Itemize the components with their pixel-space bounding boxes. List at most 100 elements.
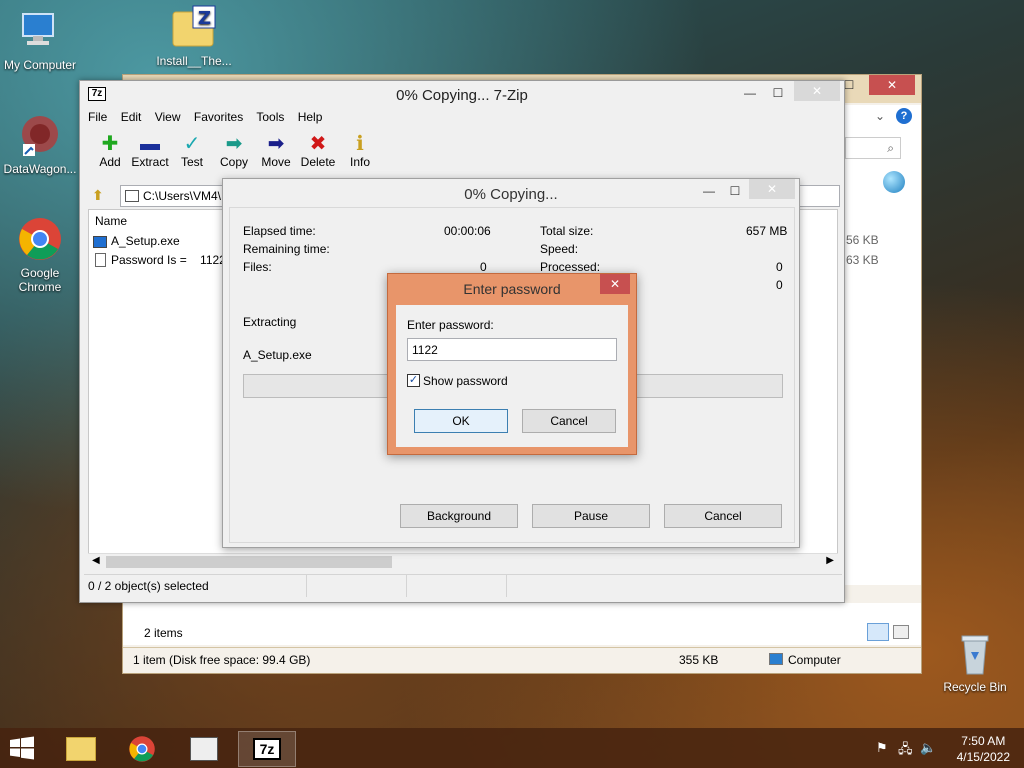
show-password-checkbox[interactable]: ✓ <box>407 374 420 387</box>
horizontal-scrollbar[interactable]: ◀ ▶ <box>88 553 838 570</box>
show-password-label[interactable]: Show password <box>423 374 508 388</box>
large-icons-view-icon[interactable] <box>893 625 909 639</box>
computer-icon <box>769 653 783 665</box>
7zip-titlebar[interactable]: 7z 0% Copying... 7-Zip — ☐ ✕ <box>80 81 844 109</box>
close-button[interactable]: ✕ <box>869 75 915 95</box>
menu-tools[interactable]: Tools <box>256 110 284 124</box>
text-file-icon <box>95 253 106 267</box>
copy-button[interactable]: ➡ Copy <box>212 133 256 169</box>
close-button[interactable]: ✕ <box>749 179 795 199</box>
help-icon[interactable]: ? <box>896 108 912 124</box>
scroll-right-icon[interactable]: ▶ <box>826 555 834 566</box>
files-value: 0 <box>480 260 487 274</box>
statusbar: 0 / 2 object(s) selected <box>84 574 842 597</box>
action-center-flag-icon[interactable]: ⚑ <box>876 740 888 756</box>
plus-icon: ✚ <box>101 133 119 155</box>
volume-muted-icon[interactable]: 🔈 <box>920 740 936 756</box>
close-button[interactable]: ✕ <box>600 274 630 294</box>
password-dialog[interactable]: Enter password ✕ Enter password: 1122 ✓ … <box>387 273 637 455</box>
menu-edit[interactable]: Edit <box>121 110 142 124</box>
extract-button[interactable]: ▬ Extract <box>128 133 172 169</box>
close-button[interactable]: ✕ <box>794 81 840 101</box>
items-count: 2 items <box>144 626 183 640</box>
files-label: Files: <box>243 260 272 274</box>
minimize-button[interactable]: — <box>736 83 764 103</box>
datawagon-icon <box>17 112 63 158</box>
desktop-icon-label: Google Chrome <box>18 266 62 294</box>
search-icon: ⌕ <box>887 141 894 155</box>
desktop-icon-label: Install__The... <box>156 54 232 68</box>
move-button[interactable]: ➡ Move <box>254 133 298 169</box>
taskbar-chrome[interactable] <box>114 731 172 767</box>
menu-bar: File Edit View Favorites Tools Help <box>88 110 332 130</box>
computer-icon <box>17 8 63 54</box>
desktop-icon-install[interactable]: Z Install__The... <box>154 4 234 68</box>
chrome-icon <box>129 736 155 762</box>
password-label: Enter password: <box>407 318 494 332</box>
recycle-bin-icon <box>952 630 998 676</box>
globe-icon[interactable] <box>883 171 905 193</box>
up-folder-icon[interactable]: ⬆ <box>92 187 104 204</box>
background-button[interactable]: Background <box>400 504 518 528</box>
zip-folder-icon: Z <box>171 4 217 50</box>
menu-view[interactable]: View <box>155 110 181 124</box>
disk-status: 1 item (Disk free space: 99.4 GB) <box>133 653 311 667</box>
clock[interactable]: 7:50 AM 4/15/2022 <box>957 733 1010 765</box>
start-button[interactable] <box>8 736 38 760</box>
7zip-app-icon: 7z <box>253 738 281 760</box>
test-button[interactable]: ✓ Test <box>170 133 214 169</box>
menu-file[interactable]: File <box>88 110 107 124</box>
taskbar-7zip[interactable]: 7z <box>238 731 296 767</box>
status-divider <box>306 575 307 597</box>
add-button[interactable]: ✚ Add <box>88 133 132 169</box>
add-label: Add <box>99 155 121 169</box>
taskbar-app[interactable] <box>176 731 234 767</box>
explorer-content-footer <box>123 603 921 645</box>
desktop-icon-chrome[interactable]: Google Chrome <box>0 216 80 294</box>
password-input[interactable]: 1122 <box>407 338 617 361</box>
copy-arrow-icon: ➡ <box>225 133 243 155</box>
location-label: Computer <box>788 653 841 667</box>
maximize-button[interactable]: ☐ <box>764 83 792 103</box>
scroll-thumb[interactable] <box>106 556 392 568</box>
file-size: 56 KB <box>846 233 879 247</box>
desktop-icon-label: My Computer <box>3 58 77 72</box>
remaining-label: Remaining time: <box>243 242 330 256</box>
delete-label: Delete <box>300 155 336 169</box>
window-title: 0% Copying... 7-Zip <box>396 87 528 104</box>
info-button[interactable]: ℹ Info <box>338 133 382 169</box>
ok-button[interactable]: OK <box>414 409 508 433</box>
minimize-button[interactable]: — <box>695 181 723 201</box>
chevron-down-icon[interactable]: ⌄ <box>875 109 885 123</box>
menu-favorites[interactable]: Favorites <box>194 110 243 124</box>
file-name: A_Setup.exe <box>111 234 180 248</box>
taskbar-file-explorer[interactable] <box>52 731 110 767</box>
delete-button[interactable]: ✖ Delete <box>296 133 340 169</box>
svg-text:Z: Z <box>198 8 211 29</box>
network-icon[interactable]: 🖧 <box>898 740 913 762</box>
time: 7:50 AM <box>961 734 1006 748</box>
elapsed-label: Elapsed time: <box>243 224 316 238</box>
check-icon: ✓ <box>183 133 201 155</box>
dialog-title: Enter password <box>463 281 561 297</box>
elapsed-value: 00:00:06 <box>444 224 491 238</box>
file-size: 63 KB <box>846 253 879 267</box>
details-view-icon[interactable] <box>867 623 889 641</box>
move-label: Move <box>261 155 291 169</box>
exe-file-icon <box>93 236 107 248</box>
scroll-left-icon[interactable]: ◀ <box>92 555 100 566</box>
column-header-name[interactable]: Name <box>95 214 127 228</box>
explorer-statusbar: 1 item (Disk free space: 99.4 GB) 355 KB… <box>123 647 921 673</box>
pause-button[interactable]: Pause <box>532 504 650 528</box>
cancel-button[interactable]: Cancel <box>664 504 782 528</box>
search-box[interactable]: ⌕ <box>845 137 901 159</box>
cancel-button[interactable]: Cancel <box>522 409 616 433</box>
desktop-icon-my-computer[interactable]: My Computer <box>0 8 80 72</box>
maximize-button[interactable]: ☐ <box>721 181 749 201</box>
menu-help[interactable]: Help <box>298 110 323 124</box>
desktop-icon-recycle-bin[interactable]: Recycle Bin <box>935 630 1015 694</box>
copying-titlebar[interactable]: 0% Copying... — ☐ ✕ <box>223 179 799 207</box>
taskbar: 7z ⚑ 🖧 🔈 7:50 AM 4/15/2022 <box>0 728 1024 768</box>
desktop-icon-datawagon[interactable]: DataWagon... <box>0 112 80 176</box>
folder-icon <box>125 190 139 202</box>
